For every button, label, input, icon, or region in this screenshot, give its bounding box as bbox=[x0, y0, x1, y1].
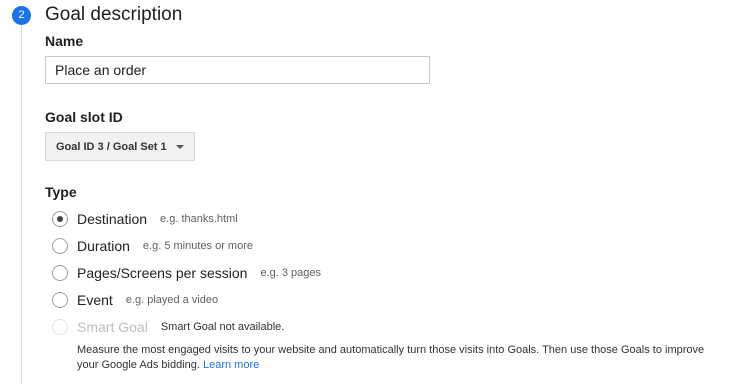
option-label-smart-goal: Smart Goal bbox=[77, 319, 148, 335]
type-option-event[interactable]: Event e.g. played a video bbox=[52, 290, 218, 310]
type-option-smart-goal: Smart Goal Smart Goal not available. bbox=[52, 317, 284, 337]
type-label: Type bbox=[45, 184, 77, 200]
radio-smart-goal bbox=[52, 319, 68, 335]
goal-description-panel: 2 Goal description Name Goal slot ID Goa… bbox=[0, 0, 750, 384]
radio-pages-per-session[interactable] bbox=[52, 265, 68, 281]
goal-slot-select[interactable]: Goal ID 3 / Goal Set 1 bbox=[45, 132, 195, 161]
option-hint-smart-goal: Smart Goal not available. bbox=[160, 321, 285, 333]
option-hint-duration: e.g. 5 minutes or more bbox=[142, 240, 253, 252]
radio-duration[interactable] bbox=[52, 238, 68, 254]
type-option-duration[interactable]: Duration e.g. 5 minutes or more bbox=[52, 236, 253, 256]
name-label: Name bbox=[45, 33, 84, 49]
option-hint-destination: e.g. thanks.html bbox=[160, 213, 238, 225]
step-number-badge: 2 bbox=[12, 6, 31, 25]
option-label-pages-per-session: Pages/Screens per session bbox=[77, 265, 248, 281]
option-label-destination: Destination bbox=[77, 211, 148, 227]
type-option-pages-per-session[interactable]: Pages/Screens per session e.g. 3 pages bbox=[52, 263, 321, 283]
dropdown-caret-icon bbox=[175, 144, 184, 149]
learn-more-link[interactable]: Learn more bbox=[203, 359, 259, 371]
option-label-duration: Duration bbox=[77, 238, 130, 254]
option-hint-event: e.g. played a video bbox=[125, 294, 219, 306]
radio-event[interactable] bbox=[52, 292, 68, 308]
radio-destination[interactable] bbox=[52, 211, 68, 227]
goal-slot-selected-value: Goal ID 3 / Goal Set 1 bbox=[56, 140, 167, 153]
goal-name-input[interactable] bbox=[45, 56, 430, 84]
goal-slot-label: Goal slot ID bbox=[45, 109, 123, 125]
smart-goal-description-text: Measure the most engaged visits to your … bbox=[77, 344, 705, 371]
option-hint-pages-per-session: e.g. 3 pages bbox=[260, 267, 321, 279]
option-label-event: Event bbox=[77, 292, 113, 308]
smart-goal-description: Measure the most engaged visits to your … bbox=[77, 343, 727, 373]
section-title: Goal description bbox=[45, 4, 183, 25]
step-connector-line bbox=[21, 26, 22, 384]
type-option-destination[interactable]: Destination e.g. thanks.html bbox=[52, 209, 238, 229]
